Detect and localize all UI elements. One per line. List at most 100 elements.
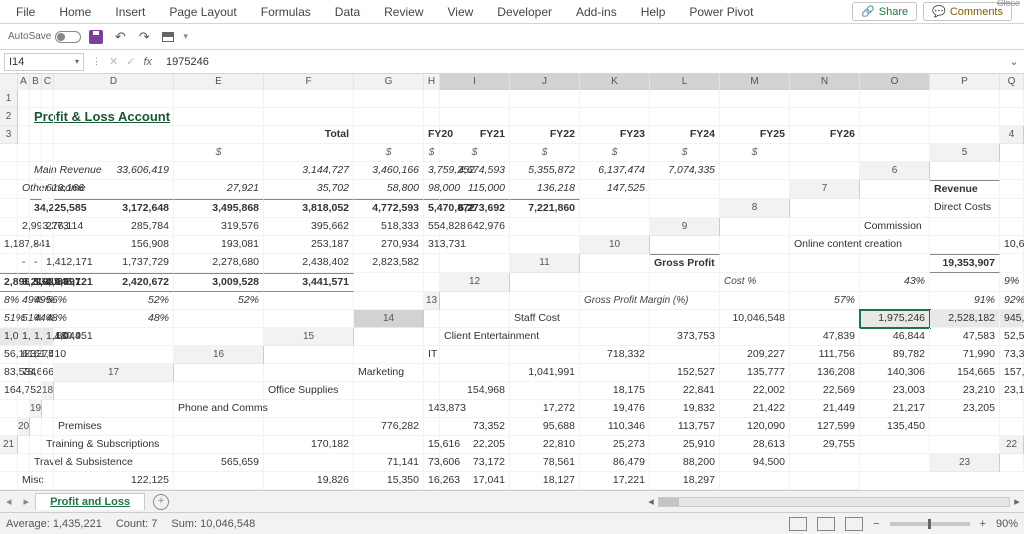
data-cell[interactable]: 4,674,593 bbox=[440, 162, 510, 180]
data-cell[interactable]: 86,479 bbox=[580, 454, 650, 472]
data-cell[interactable]: 1,737,729 bbox=[54, 254, 174, 273]
data-cell[interactable]: 22,002 bbox=[720, 382, 790, 400]
select-all-triangle[interactable] bbox=[0, 74, 18, 90]
data-cell[interactable]: 27,921 bbox=[174, 180, 264, 199]
data-cell[interactable]: 7,221,860 bbox=[510, 199, 580, 218]
data-cell[interactable]: 98,000 bbox=[424, 180, 440, 199]
data-cell[interactable]: 154,665 bbox=[930, 364, 1000, 382]
data-cell[interactable]: 18,127 bbox=[510, 472, 580, 490]
tab-view[interactable]: View bbox=[436, 1, 486, 23]
data-cell[interactable]: 16,263 bbox=[424, 472, 440, 490]
row-header[interactable]: 10 bbox=[580, 236, 650, 254]
data-cell[interactable]: 47,583 bbox=[930, 328, 1000, 346]
zoom-in-button[interactable]: + bbox=[980, 518, 986, 530]
data-cell[interactable]: 92% bbox=[1000, 292, 1024, 310]
data-cell[interactable]: 3,495,868 bbox=[174, 199, 264, 218]
data-cell[interactable]: 73,377 bbox=[1000, 346, 1024, 364]
data-cell[interactable]: 35,702 bbox=[264, 180, 354, 199]
row-header[interactable]: 13 bbox=[424, 292, 440, 310]
sheet-tab-profit-and-loss[interactable]: Profit and Loss bbox=[35, 493, 145, 510]
data-cell[interactable]: 1,180,951 bbox=[42, 328, 54, 346]
data-cell[interactable]: 5,355,872 bbox=[510, 162, 580, 180]
accept-formula-icon[interactable]: ✓ bbox=[126, 55, 135, 68]
row-header[interactable]: 14 bbox=[354, 310, 424, 328]
tab-formulas[interactable]: Formulas bbox=[249, 1, 323, 23]
data-cell[interactable]: 15,350 bbox=[354, 472, 424, 490]
data-cell[interactable]: 1,113,160 bbox=[18, 328, 30, 346]
data-cell[interactable]: 1,929,397 bbox=[30, 273, 42, 292]
new-sheet-button[interactable]: + bbox=[153, 494, 169, 510]
data-cell[interactable]: 7,074,335 bbox=[650, 162, 720, 180]
data-cell[interactable]: 25,273 bbox=[580, 436, 650, 454]
zoom-slider[interactable] bbox=[890, 522, 970, 526]
data-cell[interactable]: 276,114 bbox=[42, 218, 54, 236]
data-cell[interactable]: 6,273,692 bbox=[440, 199, 510, 218]
data-cell[interactable]: 3,818,052 bbox=[264, 199, 354, 218]
data-cell[interactable]: - bbox=[30, 254, 42, 273]
data-cell[interactable]: 51% bbox=[18, 310, 30, 328]
data-cell[interactable]: 23,168 bbox=[1000, 382, 1024, 400]
row-header[interactable]: 9 bbox=[650, 218, 720, 236]
data-cell[interactable]: 52,519 bbox=[1000, 328, 1024, 346]
column-headers[interactable]: ABC DEF GH IJK LMN O PQ bbox=[0, 74, 1024, 90]
data-cell[interactable]: 3,144,727 bbox=[264, 162, 354, 180]
data-cell[interactable]: 91% bbox=[930, 292, 1000, 310]
tab-pagelayout[interactable]: Page Layout bbox=[157, 1, 248, 23]
expand-formula-bar-icon[interactable]: ⌄ bbox=[1004, 55, 1024, 68]
row-header[interactable]: 1 bbox=[0, 90, 18, 108]
data-cell[interactable]: 642,976 bbox=[440, 218, 510, 236]
row-header[interactable]: 18 bbox=[42, 382, 54, 400]
data-cell[interactable]: 28,613 bbox=[720, 436, 790, 454]
data-cell[interactable]: 25,910 bbox=[650, 436, 720, 454]
data-cell[interactable]: 209,227 bbox=[720, 346, 790, 364]
data-cell[interactable]: 1,254,044 bbox=[30, 328, 42, 346]
row-header[interactable]: 19 bbox=[30, 400, 42, 418]
data-cell[interactable]: 23,003 bbox=[860, 382, 930, 400]
share-button[interactable]: 🔗Share bbox=[852, 2, 917, 21]
data-cell[interactable]: 2,823,582 bbox=[354, 254, 424, 273]
data-cell[interactable]: 58,800 bbox=[354, 180, 424, 199]
data-cell[interactable]: 73,606 bbox=[424, 454, 440, 472]
data-cell[interactable]: 21,217 bbox=[860, 400, 930, 418]
tab-file[interactable]: File bbox=[4, 1, 47, 23]
row-header[interactable]: 11 bbox=[510, 254, 580, 273]
data-cell[interactable]: 2,896,534 bbox=[0, 273, 18, 292]
data-cell[interactable]: 23,210 bbox=[930, 382, 1000, 400]
data-cell[interactable]: 156,908 bbox=[54, 236, 174, 254]
data-cell[interactable]: 49% bbox=[30, 292, 42, 310]
data-cell[interactable]: 49% bbox=[18, 292, 30, 310]
data-cell[interactable]: 18,175 bbox=[580, 382, 650, 400]
data-cell[interactable]: 2,446,121 bbox=[42, 273, 54, 292]
data-cell[interactable]: 2,420,672 bbox=[54, 273, 174, 292]
scroll-right-icon[interactable]: ▸ bbox=[1010, 495, 1024, 508]
horizontal-scrollbar[interactable]: ◂ ▸ bbox=[644, 495, 1024, 509]
zoom-level[interactable]: 90% bbox=[996, 518, 1018, 530]
worksheet-grid[interactable]: ABC DEF GH IJK LMN O PQ 12Profit & Loss … bbox=[0, 74, 1024, 490]
data-cell[interactable]: 78,561 bbox=[510, 454, 580, 472]
qat-dropdown-icon[interactable]: ▾ bbox=[183, 31, 188, 42]
row-header[interactable]: 5 bbox=[930, 144, 1000, 162]
data-cell[interactable]: 56,183 bbox=[0, 346, 18, 364]
data-cell[interactable]: 3,172,648 bbox=[54, 199, 174, 218]
data-cell[interactable]: 88,200 bbox=[650, 454, 720, 472]
fx-icon[interactable]: fx bbox=[143, 56, 152, 68]
data-cell[interactable]: 253,187 bbox=[264, 236, 354, 254]
data-cell[interactable]: 71,141 bbox=[354, 454, 424, 472]
data-cell[interactable]: 22,569 bbox=[790, 382, 860, 400]
data-cell[interactable]: 554,828 bbox=[424, 218, 440, 236]
data-cell[interactable]: 115,000 bbox=[440, 180, 510, 199]
data-cell[interactable]: 945,717 bbox=[1000, 310, 1024, 328]
data-cell[interactable]: 136,218 bbox=[510, 180, 580, 199]
data-cell[interactable]: 94,500 bbox=[720, 454, 790, 472]
row-header[interactable]: 2 bbox=[0, 108, 18, 126]
zoom-out-button[interactable]: − bbox=[873, 518, 879, 530]
autosave-toggle[interactable]: AutoSave bbox=[8, 31, 81, 43]
row-header[interactable]: 8 bbox=[720, 199, 790, 218]
data-cell[interactable]: 48% bbox=[42, 310, 54, 328]
row-header[interactable]: 23 bbox=[930, 454, 1000, 472]
data-cell[interactable]: 135,450 bbox=[860, 418, 930, 436]
row-header[interactable]: 4 bbox=[1000, 126, 1024, 144]
data-cell[interactable]: 157,756 bbox=[1000, 364, 1024, 382]
data-cell[interactable]: 193,081 bbox=[174, 236, 264, 254]
data-cell[interactable]: 3,759,252 bbox=[424, 162, 440, 180]
